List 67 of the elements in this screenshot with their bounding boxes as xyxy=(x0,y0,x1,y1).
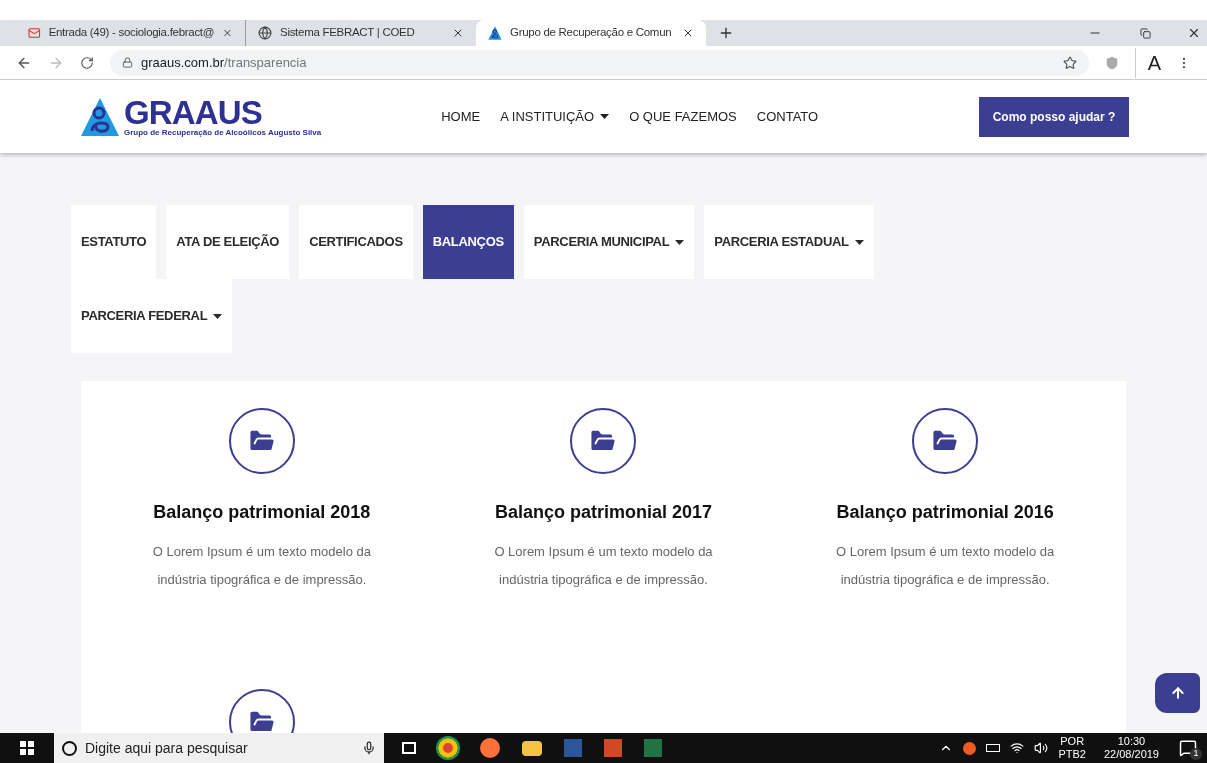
nav-link[interactable]: CONTATO xyxy=(756,106,819,127)
search-bar[interactable]: Digite aqui para pesquisar xyxy=(54,733,384,763)
windows-icon[interactable] xyxy=(20,741,34,755)
notification-count: 1 xyxy=(1190,748,1202,760)
close-window-icon[interactable] xyxy=(1187,26,1201,40)
star-icon[interactable] xyxy=(1062,55,1077,70)
logo-text: GRAAUS xyxy=(124,96,263,129)
notification-icon[interactable] xyxy=(1179,739,1197,757)
chrome-icon[interactable] xyxy=(438,738,458,758)
caret-icon xyxy=(600,114,610,119)
tab-title: Sistema FEBRACT | COED xyxy=(280,25,416,41)
mic-icon[interactable] xyxy=(362,741,376,755)
item-description: O Lorem Ipsum é um texto modelo da indústria tipográfica e de impressão. xyxy=(493,543,714,589)
new-tab-icon[interactable] xyxy=(718,25,734,41)
cortana-icon xyxy=(62,740,77,756)
logo-icon xyxy=(80,96,120,137)
mail-icon xyxy=(28,26,41,40)
restore-icon[interactable] xyxy=(1140,28,1151,39)
item-title: Balanço patrimonial 2018 xyxy=(153,501,371,524)
item-description: O Lorem Ipsum é um texto modelo da indústria tipográfica e de impressão. xyxy=(835,543,1056,589)
browser-tab[interactable]: Sistema FEBRACT | COED xyxy=(246,20,476,46)
section-tab[interactable]: ESTATUTO xyxy=(71,205,157,279)
item-title: Balanço patrimonial 2016 xyxy=(836,501,1054,524)
logo-subtitle: Grupo de Recuperação de Alcoólicos Augusto Silva xyxy=(124,129,322,137)
volume-icon[interactable] xyxy=(1034,741,1049,755)
tab-title: Grupo de Recuperação e Comun xyxy=(510,25,673,41)
folder-icon xyxy=(228,408,295,474)
lock-icon xyxy=(122,57,133,68)
nav-link[interactable]: HOME xyxy=(441,106,481,127)
keyboard-layout[interactable]: PTB2 xyxy=(1058,748,1086,761)
task-view-icon[interactable] xyxy=(402,742,416,754)
update-icon[interactable] xyxy=(963,741,977,755)
browser-tab[interactable]: Grupo de Recuperação e Comun xyxy=(476,20,706,46)
url-text: graaus.com.br/transparencia xyxy=(141,53,308,72)
nav-link[interactable]: O QUE FAZEMOS xyxy=(629,106,737,127)
battery-icon[interactable] xyxy=(986,744,1001,752)
logo-icon xyxy=(488,26,502,40)
globe-icon xyxy=(258,26,272,40)
wifi-icon[interactable] xyxy=(1010,741,1025,755)
item-description: O Lorem Ipsum é um texto modelo da indústria tipográfica e de impressão. xyxy=(151,543,372,589)
nav-link[interactable]: A INSTITUIÇÃO xyxy=(500,106,610,127)
language-code[interactable]: POR xyxy=(1060,735,1085,748)
tab-title: Entrada (49) - sociologia.febract@ xyxy=(48,25,215,41)
folder-icon xyxy=(570,408,637,474)
section-tab[interactable]: PARCERIA MUNICIPAL xyxy=(523,205,695,279)
close-icon[interactable] xyxy=(452,27,464,39)
caret-icon xyxy=(675,239,685,245)
item-title: Balanço patrimonial 2017 xyxy=(494,501,713,524)
help-button[interactable]: Como posso ajudar ? xyxy=(979,96,1129,137)
clock-date[interactable]: 22/08/2019 xyxy=(1103,748,1159,761)
section-tab[interactable]: PARCERIA ESTADUAL xyxy=(704,205,874,279)
profile-letter[interactable]: A xyxy=(1134,47,1161,78)
reload-icon[interactable] xyxy=(80,55,94,70)
search-field[interactable]: Digite aqui para pesquisar xyxy=(85,737,354,759)
section-tab[interactable]: CERTIFICADOS xyxy=(299,205,413,279)
caret-icon xyxy=(854,239,864,245)
section-tab[interactable]: PARCERIA FEDERAL xyxy=(71,279,233,353)
scroll-top-button[interactable] xyxy=(1155,673,1200,713)
close-icon[interactable] xyxy=(682,27,694,39)
address-bar[interactable]: graaus.com.br/transparencia xyxy=(110,49,1089,76)
folder-icon[interactable] xyxy=(522,740,542,756)
browser-tab[interactable]: Entrada (49) - sociologia.febract@ xyxy=(16,20,246,46)
folder-icon xyxy=(912,408,979,474)
section-tab[interactable]: ATA DE ELEIÇÃO xyxy=(166,205,290,279)
clock-time[interactable]: 10:30 xyxy=(1117,735,1146,748)
caret-icon xyxy=(213,313,223,319)
section-tab[interactable]: BALANÇOS xyxy=(422,205,514,279)
